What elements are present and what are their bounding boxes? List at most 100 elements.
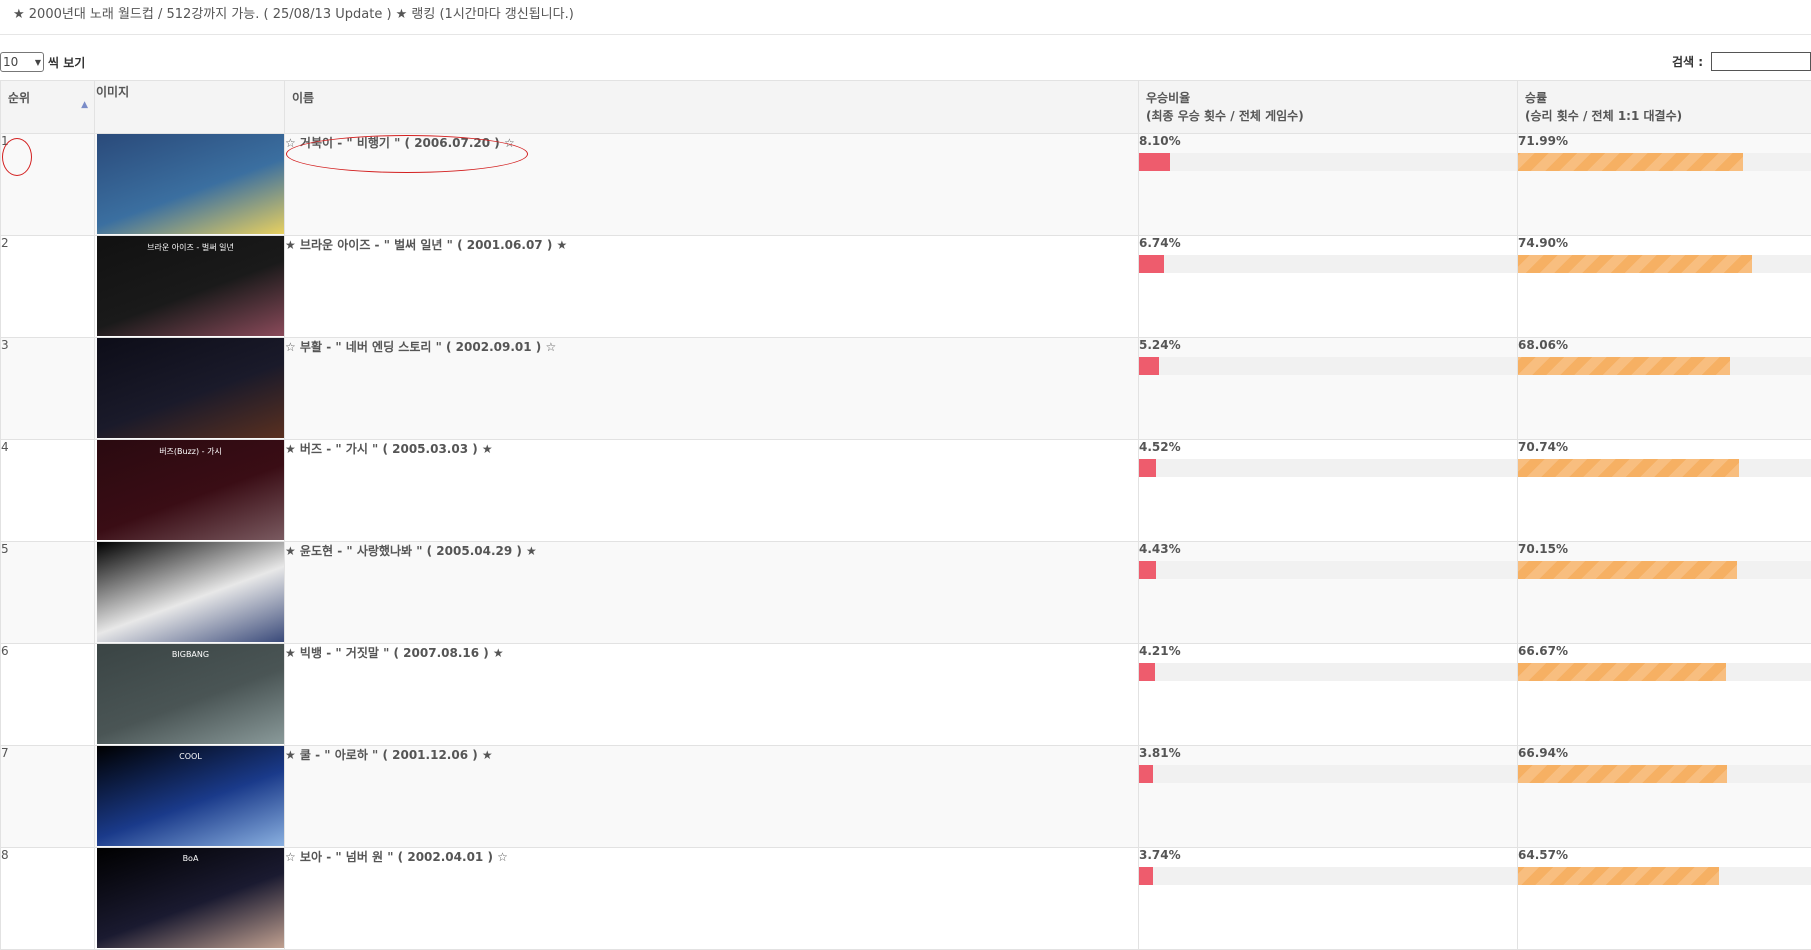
win-ratio-bar <box>1139 867 1153 885</box>
win-ratio-track <box>1139 867 1517 885</box>
win-rate-track <box>1518 561 1811 579</box>
image-cell: BoA <box>95 848 285 950</box>
song-thumbnail[interactable]: BIGBANG <box>97 644 284 744</box>
page-length-label: 씩 보기 <box>48 54 85 71</box>
thumbnail-caption: 브라운 아이즈 - 벌써 일년 <box>97 242 284 253</box>
ranking-table: 순위 ▲ 이미지 이름 우승비율 (최종 우승 횟수 / 전체 게임수) 승률 … <box>0 80 1811 950</box>
column-win-ratio-label: 우승비율 <box>1146 89 1510 107</box>
win-ratio-text: 3.74% <box>1139 848 1517 862</box>
name-cell: ☆ 보아 - " 넘버 원 " ( 2002.04.01 ) ☆ <box>285 848 1139 950</box>
win-ratio-bar <box>1139 357 1159 375</box>
column-header-image[interactable]: 이미지 <box>95 81 285 134</box>
image-cell <box>95 338 285 440</box>
win-ratio-cell: 4.21% <box>1139 644 1518 746</box>
column-header-rank[interactable]: 순위 ▲ <box>1 81 95 134</box>
column-win-rate-sublabel: (승리 횟수 / 전체 1:1 대결수) <box>1525 107 1811 125</box>
rank-cell: 3 <box>1 338 95 440</box>
search-control: 검색 : <box>1672 52 1811 71</box>
rank-number: 8 <box>1 848 9 862</box>
page-length-control: 10 ▼ 씩 보기 <box>0 52 85 72</box>
song-name: ★ 브라운 아이즈 - " 벌써 일년 " ( 2001.06.07 ) ★ <box>285 238 567 252</box>
rank-cell: 6 <box>1 644 95 746</box>
win-ratio-cell: 4.52% <box>1139 440 1518 542</box>
win-rate-cell: 66.67% <box>1518 644 1811 746</box>
table-row: 5 ★ 윤도현 - " 사랑했나봐 " ( 2005.04.29 ) ★ 4.43%… <box>1 542 1811 644</box>
table-row: 2 브라운 아이즈 - 벌써 일년★ 브라운 아이즈 - " 벌써 일년 " ( … <box>1 236 1811 338</box>
win-rate-text: 70.74% <box>1518 440 1811 454</box>
song-name: ★ 윤도현 - " 사랑했나봐 " ( 2005.04.29 ) ★ <box>285 544 537 558</box>
table-row: 7COOL★ 쿨 - " 아로하 " ( 2001.12.06 ) ★3.81%… <box>1 746 1811 848</box>
win-ratio-bar <box>1139 561 1156 579</box>
song-thumbnail[interactable]: BoA <box>97 848 284 948</box>
win-rate-cell: 71.99% <box>1518 134 1811 236</box>
rank-cell: 1 <box>1 134 95 236</box>
title-divider <box>0 34 1811 35</box>
win-rate-bar <box>1518 765 1727 783</box>
win-rate-cell: 68.06% <box>1518 338 1811 440</box>
page-length-select[interactable]: 10 ▼ <box>0 52 44 72</box>
highlight-circle <box>2 138 32 176</box>
win-rate-track <box>1518 459 1811 477</box>
win-ratio-cell: 3.74% <box>1139 848 1518 950</box>
column-win-rate-label: 승률 <box>1525 89 1811 107</box>
win-rate-bar <box>1518 357 1730 375</box>
chevron-down-icon: ▼ <box>35 58 41 67</box>
table-header-row: 순위 ▲ 이미지 이름 우승비율 (최종 우승 횟수 / 전체 게임수) 승률 … <box>1 81 1811 134</box>
rank-cell: 4 <box>1 440 95 542</box>
win-rate-cell: 66.94% <box>1518 746 1811 848</box>
column-image-label: 이미지 <box>96 85 129 99</box>
rank-cell: 7 <box>1 746 95 848</box>
win-rate-cell: 70.74% <box>1518 440 1811 542</box>
win-rate-text: 66.94% <box>1518 746 1811 760</box>
rank-number: 6 <box>1 644 9 658</box>
win-rate-bar <box>1518 459 1739 477</box>
thumbnail-caption: BoA <box>97 854 284 863</box>
win-ratio-bar <box>1139 255 1164 273</box>
table-row: 4버즈(Buzz) - 가시★ 버즈 - " 가시 " ( 2005.03.03… <box>1 440 1811 542</box>
song-thumbnail[interactable]: 브라운 아이즈 - 벌써 일년 <box>97 236 284 336</box>
song-name: ★ 빅뱅 - " 거짓말 " ( 2007.08.16 ) ★ <box>285 646 504 660</box>
rank-number: 2 <box>1 236 9 250</box>
win-ratio-bar <box>1139 459 1156 477</box>
song-thumbnail[interactable]: 버즈(Buzz) - 가시 <box>97 440 284 540</box>
column-name-label: 이름 <box>292 91 314 105</box>
image-cell <box>95 134 285 236</box>
table-row: 6 BIGBANG★ 빅뱅 - " 거짓말 " ( 2007.08.16 ) ★ 4… <box>1 644 1811 746</box>
rank-number: 3 <box>1 338 9 352</box>
song-thumbnail[interactable]: COOL <box>97 746 284 846</box>
search-input[interactable] <box>1711 52 1811 71</box>
rank-number: 5 <box>1 542 9 556</box>
win-rate-track <box>1518 663 1811 681</box>
win-rate-text: 71.99% <box>1518 134 1811 148</box>
win-ratio-text: 4.43% <box>1139 542 1517 556</box>
win-ratio-cell: 8.10% <box>1139 134 1518 236</box>
column-header-win-rate[interactable]: 승률 (승리 횟수 / 전체 1:1 대결수) <box>1518 81 1811 134</box>
win-rate-bar <box>1518 561 1737 579</box>
image-cell: 버즈(Buzz) - 가시 <box>95 440 285 542</box>
table-row: 1☆ 거북이 - " 비행기 " ( 2006.07.20 ) ☆8.10%71… <box>1 134 1811 236</box>
name-cell: ★ 쿨 - " 아로하 " ( 2001.12.06 ) ★ <box>285 746 1139 848</box>
column-header-win-ratio[interactable]: 우승비율 (최종 우승 횟수 / 전체 게임수) <box>1139 81 1518 134</box>
rank-number: 7 <box>1 746 9 760</box>
rank-cell: 8 <box>1 848 95 950</box>
win-rate-text: 74.90% <box>1518 236 1811 250</box>
win-ratio-bar <box>1139 765 1153 783</box>
song-name: ★ 쿨 - " 아로하 " ( 2001.12.06 ) ★ <box>285 748 493 762</box>
song-thumbnail[interactable] <box>97 134 284 234</box>
song-name: ★ 버즈 - " 가시 " ( 2005.03.03 ) ★ <box>285 442 493 456</box>
column-header-name[interactable]: 이름 <box>285 81 1139 134</box>
win-rate-track <box>1518 153 1811 171</box>
win-rate-text: 68.06% <box>1518 338 1811 352</box>
image-cell: BIGBANG <box>95 644 285 746</box>
win-ratio-track <box>1139 459 1517 477</box>
rank-cell: 2 <box>1 236 95 338</box>
song-thumbnail[interactable] <box>97 542 284 642</box>
image-cell: COOL <box>95 746 285 848</box>
win-ratio-bar <box>1139 663 1155 681</box>
win-rate-track <box>1518 357 1811 375</box>
win-rate-bar <box>1518 663 1726 681</box>
song-thumbnail[interactable] <box>97 338 284 438</box>
win-ratio-track <box>1139 663 1517 681</box>
win-rate-track <box>1518 255 1811 273</box>
win-ratio-text: 8.10% <box>1139 134 1517 148</box>
